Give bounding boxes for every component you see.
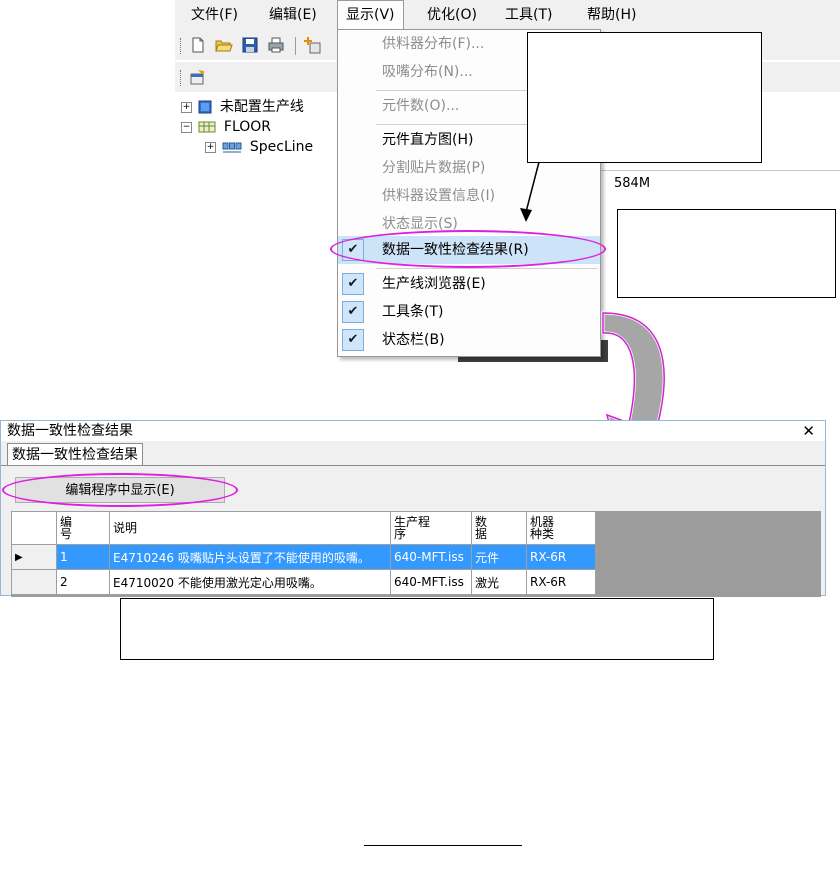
header-program[interactable]: 生产程序: [390, 511, 472, 545]
cell-machine-type[interactable]: RX-6R: [526, 569, 596, 595]
cell-machine-type[interactable]: RX-6R: [526, 544, 596, 570]
table-row[interactable]: ▶ 1 E4710246 吸嘴贴片头设置了不能使用的吸嘴。 640-MFT.is…: [11, 544, 596, 570]
save-icon[interactable]: [241, 36, 259, 54]
results-grid: 编号 说明 生产程序 数据 机器 种类 ▶ 1 E4710246 吸嘴贴片头设置了…: [11, 511, 821, 597]
header-data[interactable]: 数据: [471, 511, 527, 545]
consistency-check-dialog: 数据一致性检查结果 ✕ 数据一致性检查结果 编辑程序中显示(E) 编号 说明 生…: [0, 420, 826, 597]
menu-item-toolbar[interactable]: ✔ 工具条(T): [338, 298, 600, 326]
toolbar-separator: [295, 37, 296, 55]
cell-description[interactable]: E4710020 不能使用激光定心用吸嘴。: [109, 569, 391, 595]
header-machine-type[interactable]: 机器 种类: [526, 511, 596, 545]
menu-edit[interactable]: 编辑(E): [261, 0, 325, 30]
menu-bar: 文件(F) 编辑(E) 显示(V) 优化(O) 工具(T) 帮助(H): [175, 0, 840, 30]
cell-program[interactable]: 640-MFT.iss: [390, 569, 472, 595]
annotation-box-top: [527, 32, 762, 163]
row-indicator-icon: ▶: [11, 544, 57, 570]
underline-rule: [364, 845, 522, 846]
expand-icon[interactable]: +: [181, 101, 192, 113]
collapse-icon[interactable]: −: [181, 121, 192, 133]
tree-item-unconfigured[interactable]: + 未配置生产线: [181, 97, 304, 117]
header-description[interactable]: 说明: [109, 511, 391, 545]
annotation-box-bottom: [120, 598, 714, 660]
cell-number[interactable]: 1: [56, 544, 110, 570]
cell-data[interactable]: 激光: [471, 569, 527, 595]
tree-item-floor[interactable]: − FLOOR: [181, 117, 271, 137]
toolbar-grip[interactable]: [180, 70, 184, 86]
line-box-icon: [198, 100, 212, 114]
table-row[interactable]: 2 E4710020 不能使用激光定心用吸嘴。 640-MFT.iss 激光 R…: [11, 569, 596, 595]
highlight-ellipse: [330, 230, 606, 268]
dialog-title-bar: 数据一致性检查结果 ✕: [1, 421, 825, 441]
tab-consistency-result[interactable]: 数据一致性检查结果: [7, 443, 143, 466]
results-table: 编号 说明 生产程序 数据 机器 种类 ▶ 1 E4710246 吸嘴贴片头设置了…: [11, 511, 596, 595]
check-icon: ✔: [342, 301, 364, 323]
annotation-box-right: [617, 209, 836, 298]
background-cell: 584M: [614, 176, 651, 191]
tree-item-specline[interactable]: + SpecLine: [205, 137, 313, 157]
line-tree: + 未配置生产线 − FLOOR + SpecLine: [175, 92, 335, 182]
menu-help[interactable]: 帮助(H): [579, 0, 644, 30]
check-icon: ✔: [342, 273, 364, 295]
menu-optimize[interactable]: 优化(O): [419, 0, 485, 30]
cell-description[interactable]: E4710246 吸嘴贴片头设置了不能使用的吸嘴。: [109, 544, 391, 570]
cell-program[interactable]: 640-MFT.iss: [390, 544, 472, 570]
menu-item-statusbar[interactable]: ✔ 状态栏(B): [338, 326, 600, 354]
floor-icon: [198, 121, 216, 133]
print-icon[interactable]: [267, 36, 285, 54]
tab-underline: [1, 465, 825, 466]
cell-number[interactable]: 2: [56, 569, 110, 595]
button-highlight-ellipse: [2, 473, 238, 507]
tree-item-label: SpecLine: [249, 139, 314, 155]
header-number[interactable]: 编号: [56, 511, 110, 545]
menu-item-feeder-setup-info[interactable]: 供料器设置信息(I): [338, 182, 600, 210]
open-folder-icon[interactable]: [215, 36, 233, 54]
check-icon: ✔: [342, 329, 364, 351]
expand-icon[interactable]: +: [205, 141, 216, 153]
menu-item-line-browser[interactable]: ✔ 生产线浏览器(E): [338, 270, 600, 298]
menu-view[interactable]: 显示(V): [337, 0, 404, 30]
cell-data[interactable]: 元件: [471, 544, 527, 570]
header-indicator: [11, 511, 57, 545]
toolbar-grip[interactable]: [180, 38, 184, 54]
menu-separator: [376, 268, 598, 269]
row-indicator: [11, 569, 57, 595]
menu-tools[interactable]: 工具(T): [497, 0, 560, 30]
new-file-icon[interactable]: [189, 36, 207, 54]
pointer-arrow-icon: [520, 161, 540, 222]
tree-item-label: FLOOR: [223, 119, 272, 135]
properties-icon[interactable]: [189, 68, 207, 86]
tree-item-label: 未配置生产线: [219, 99, 304, 115]
close-icon[interactable]: ✕: [802, 421, 815, 441]
dialog-title: 数据一致性检查结果: [7, 423, 133, 439]
menu-file[interactable]: 文件(F): [183, 0, 246, 30]
add-item-icon[interactable]: [303, 36, 321, 54]
production-line-icon: [222, 142, 242, 153]
table-header: 编号 说明 生产程序 数据 机器 种类: [11, 511, 596, 545]
